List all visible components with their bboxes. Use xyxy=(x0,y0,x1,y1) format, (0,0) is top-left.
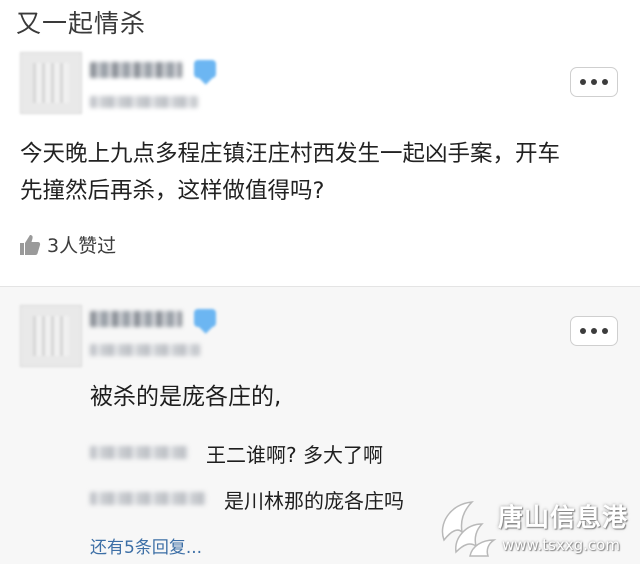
post-text-line: 先撞然后再杀，这样做值得吗? xyxy=(20,178,325,204)
watermark-logo-icon xyxy=(441,501,497,557)
commenter-name[interactable] xyxy=(90,311,182,327)
thumbs-up-icon xyxy=(20,234,41,255)
comment-timestamp xyxy=(90,344,200,356)
watermark-title: 唐山信息港 xyxy=(498,503,629,532)
avatar[interactable] xyxy=(20,52,82,114)
post-timestamp xyxy=(90,96,198,108)
verified-badge-icon xyxy=(194,60,216,78)
more-options-button[interactable] xyxy=(570,67,618,97)
like-summary[interactable]: 3人赞过 xyxy=(18,231,116,258)
more-replies-link[interactable]: 还有5条回复... xyxy=(90,533,202,558)
ellipsis-icon xyxy=(580,79,586,85)
comment-text: 被杀的是庞各庄的, xyxy=(90,384,282,410)
commenter-avatar[interactable] xyxy=(20,305,82,367)
post-text: 今天晚上九点多程庄镇汪庄村西发生一起凶手案，开车 先撞然后再杀，这样做值得吗? xyxy=(20,136,620,210)
post-text-line: 今天晚上九点多程庄镇汪庄村西发生一起凶手案，开车 xyxy=(20,141,561,167)
ellipsis-icon xyxy=(580,328,586,334)
likes-count: 3人赞过 xyxy=(47,235,117,257)
watermark-url: www.tsxxg.com xyxy=(502,536,620,554)
reply-text: 王二谁啊? 多大了啊 xyxy=(206,443,383,467)
comment-more-button[interactable] xyxy=(570,316,618,346)
reply-text: 是川林那的庞各庄吗 xyxy=(224,489,404,513)
author-name[interactable] xyxy=(90,62,182,78)
reply-author[interactable] xyxy=(90,446,188,459)
reply-author[interactable] xyxy=(90,492,206,505)
watermark: 唐山信息港 www.tsxxg.com xyxy=(436,492,640,564)
page-title: 又一起情杀 xyxy=(16,9,147,38)
verified-badge-icon xyxy=(194,309,216,327)
